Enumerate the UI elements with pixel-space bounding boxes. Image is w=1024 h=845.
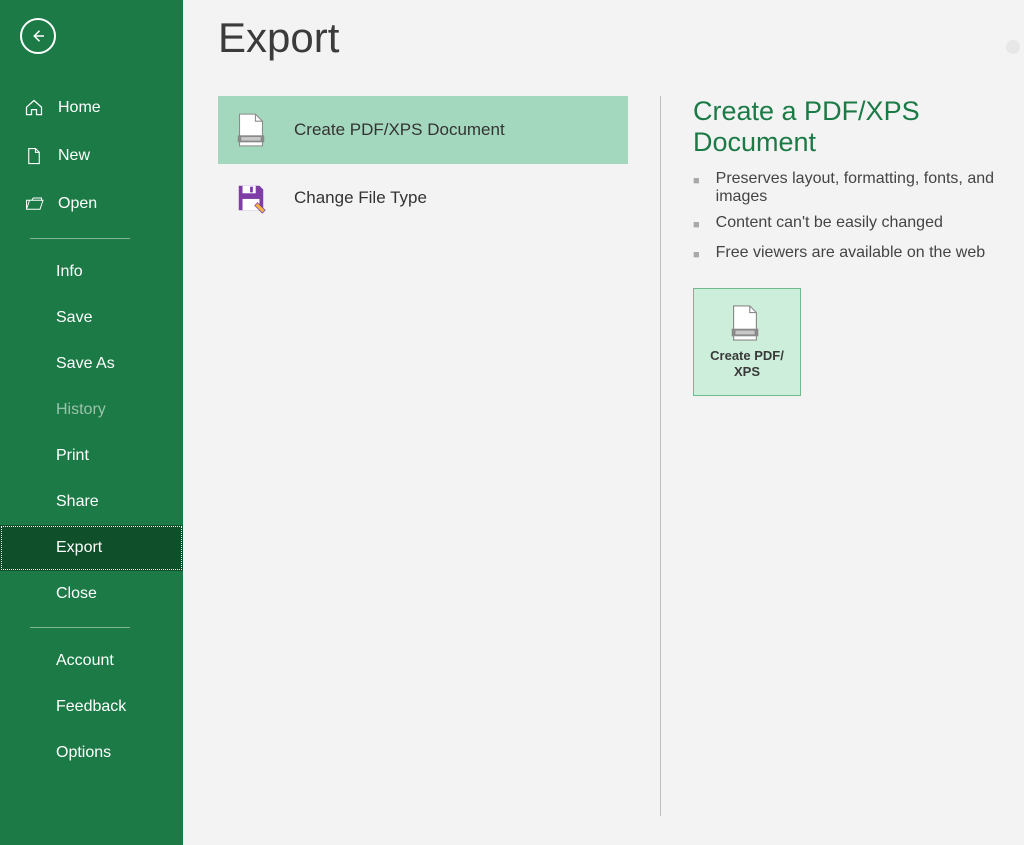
file-backstage: Home New Open Info Save Save As History …	[0, 0, 1024, 845]
create-pdf-xps-button[interactable]: Create PDF/ XPS	[693, 288, 801, 396]
back-button[interactable]	[20, 18, 56, 54]
help-corner-icon	[1006, 40, 1020, 54]
nav-label: History	[56, 401, 106, 419]
nav-label: Feedback	[56, 698, 126, 716]
nav-label: Export	[56, 539, 102, 557]
bullet-text: Preserves layout, formatting, fonts, and…	[716, 170, 1024, 206]
nav-label: Open	[58, 195, 97, 213]
nav-feedback[interactable]: Feedback	[0, 684, 183, 730]
nav-share[interactable]: Share	[0, 479, 183, 525]
bullet-text: Free viewers are available on the web	[716, 244, 985, 262]
nav-save-as[interactable]: Save As	[0, 341, 183, 387]
nav-home[interactable]: Home	[0, 84, 183, 132]
nav-save[interactable]: Save	[0, 295, 183, 341]
divider	[30, 627, 130, 628]
nav-label: Home	[58, 99, 101, 117]
content-area: Export Create PDF/XPS Document	[183, 0, 1024, 845]
nav-history[interactable]: History	[0, 387, 183, 433]
pdf-document-icon	[234, 110, 268, 150]
nav-options[interactable]: Options	[0, 730, 183, 776]
nav-label: Options	[56, 744, 111, 762]
save-as-icon	[234, 178, 268, 218]
divider	[30, 238, 130, 239]
nav-label: Share	[56, 493, 99, 511]
folder-open-icon	[24, 194, 44, 214]
detail-panel: Create a PDF/XPS Document Preserves layo…	[660, 96, 1024, 816]
nav-label: Save As	[56, 355, 115, 373]
nav-label: Save	[56, 309, 92, 327]
detail-title: Create a PDF/XPS Document	[693, 96, 1024, 158]
file-icon	[24, 146, 44, 166]
bullet-item: Free viewers are available on the web	[693, 244, 1024, 266]
nav-account[interactable]: Account	[0, 638, 183, 684]
nav-label: New	[58, 147, 90, 165]
home-icon	[24, 98, 44, 118]
sidebar: Home New Open Info Save Save As History …	[0, 0, 183, 845]
option-label: Create PDF/XPS Document	[294, 120, 505, 140]
back-arrow-icon	[29, 27, 47, 45]
export-options: Create PDF/XPS Document Change File Type	[218, 96, 628, 816]
detail-bullets: Preserves layout, formatting, fonts, and…	[693, 170, 1024, 266]
nav-label: Close	[56, 585, 97, 603]
nav-label: Account	[56, 652, 114, 670]
nav-label: Print	[56, 447, 89, 465]
nav-new[interactable]: New	[0, 132, 183, 180]
bullet-item: Content can't be easily changed	[693, 214, 1024, 236]
nav-print[interactable]: Print	[0, 433, 183, 479]
nav-export[interactable]: Export	[0, 525, 183, 571]
option-label: Change File Type	[294, 188, 427, 208]
button-label: Create PDF/ XPS	[710, 348, 784, 379]
nav-label: Info	[56, 263, 83, 281]
option-change-file-type[interactable]: Change File Type	[218, 164, 628, 232]
option-create-pdf-xps[interactable]: Create PDF/XPS Document	[218, 96, 628, 164]
nav-close[interactable]: Close	[0, 571, 183, 617]
bullet-item: Preserves layout, formatting, fonts, and…	[693, 170, 1024, 206]
nav-info[interactable]: Info	[0, 249, 183, 295]
nav-open[interactable]: Open	[0, 180, 183, 228]
panels: Create PDF/XPS Document Change File Type	[218, 96, 1024, 816]
pdf-document-icon	[728, 304, 766, 342]
bullet-text: Content can't be easily changed	[716, 214, 943, 232]
page-title: Export	[218, 14, 1024, 62]
